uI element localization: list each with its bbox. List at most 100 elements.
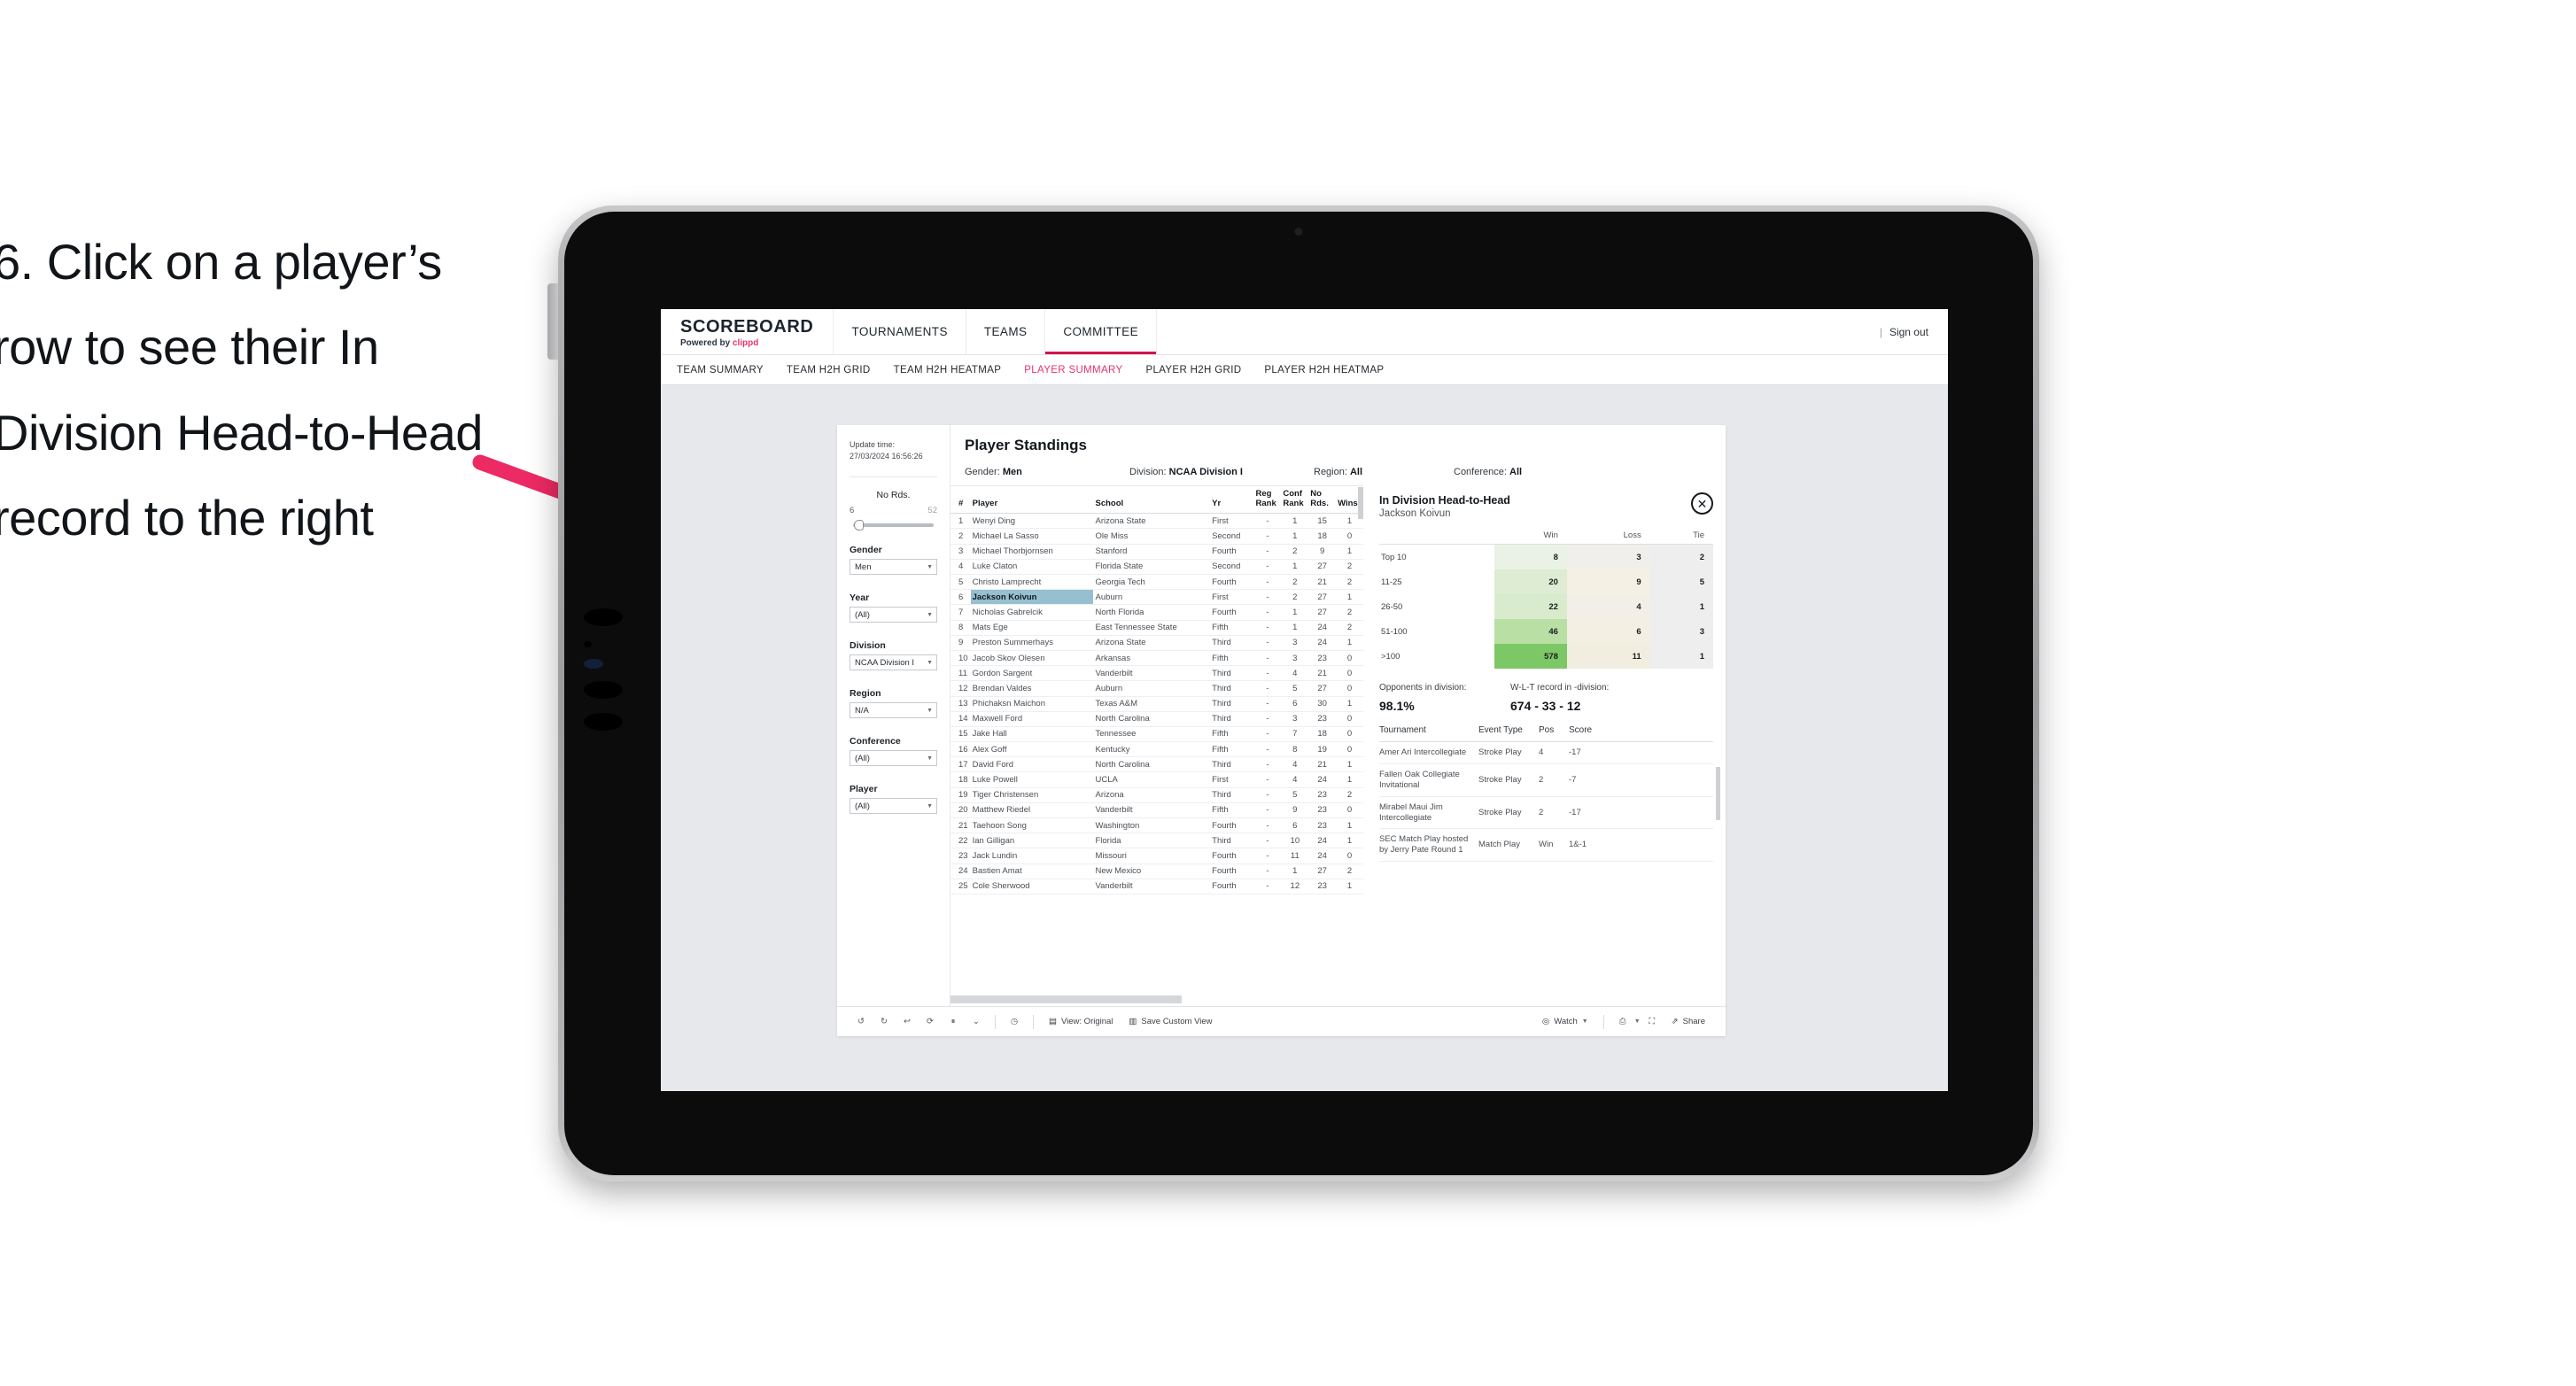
filter-gender-label: Gender — [850, 545, 882, 556]
table-row[interactable]: 7 Nicholas Gabrelcik North Florida Fourth -1… — [950, 604, 1363, 621]
nav-item-tournaments[interactable]: TOURNAMENTS — [834, 309, 966, 354]
filter-gender-select[interactable]: Men ▼ — [850, 559, 937, 576]
tab-team-h2h-heatmap[interactable]: TEAM H2H HEATMAP — [894, 365, 1002, 376]
table-row[interactable]: 2 Michael La Sasso Ole Miss Second -1 18 0 — [950, 528, 1363, 545]
col-rank[interactable]: # — [950, 486, 971, 515]
pause-icon[interactable]: ⏸ — [942, 1012, 965, 1032]
chevron-down-icon: ▼ — [927, 755, 933, 762]
table-row[interactable]: 8 Mats Ege East Tennessee State Fifth -1 24 2 — [950, 620, 1363, 636]
nav-item-teams[interactable]: TEAMS — [966, 309, 1046, 354]
redo-icon[interactable]: ↻ — [873, 1012, 896, 1032]
fullscreen-icon[interactable]: ⛶ — [1641, 1012, 1664, 1032]
filter-division-select[interactable]: NCAA Division I ▼ — [850, 654, 937, 671]
close-icon[interactable]: ✕ — [1691, 492, 1713, 515]
table-row[interactable]: 20 Matthew Riedel Vanderbilt Fifth -9 23 0 — [950, 802, 1363, 819]
player-conf-rank: 4 — [1281, 771, 1309, 788]
power-button[interactable] — [547, 283, 558, 360]
player-wins: 0 — [1336, 741, 1363, 758]
filter-player-value: (All) — [855, 801, 870, 811]
brand-logo[interactable]: SCOREBOARD Powered by clippd — [661, 309, 834, 354]
nav-separator: | — [1879, 325, 1882, 338]
col-school[interactable]: School — [1093, 486, 1211, 515]
clock-icon[interactable]: ◷ — [1003, 1012, 1026, 1032]
table-row[interactable]: 25 Cole Sherwood Vanderbilt Fourth -12 23 1 — [950, 879, 1363, 894]
player-wins: 0 — [1336, 680, 1363, 697]
sign-out-link[interactable]: Sign out — [1889, 326, 1928, 338]
player-year: Second — [1210, 559, 1254, 576]
tournament-row[interactable]: SEC Match Play hosted by Jerry Pate Roun… — [1379, 828, 1713, 863]
table-row[interactable]: 9 Preston Summerhays Arizona State Third -3 2… — [950, 635, 1363, 651]
player-year: Fifth — [1210, 726, 1254, 743]
tab-player-h2h-heatmap[interactable]: PLAYER H2H HEATMAP — [1264, 365, 1384, 376]
download-icon[interactable]: ⎙ — [1611, 1012, 1634, 1032]
table-row[interactable]: 18 Luke Powell UCLA First -4 24 1 — [950, 771, 1363, 788]
table-horizontal-scrollbar[interactable] — [950, 995, 1363, 1003]
tab-player-summary[interactable]: PLAYER SUMMARY — [1024, 365, 1122, 376]
front-camera-icon — [1294, 228, 1303, 236]
table-row[interactable]: 5 Christo Lamprecht Georgia Tech Fourth -2 21… — [950, 574, 1363, 591]
no-rounds-slider[interactable] — [853, 520, 934, 531]
table-row[interactable]: 17 David Ford North Carolina Third -4 21 1 — [950, 756, 1363, 773]
col-pos: Pos — [1539, 725, 1569, 742]
tournament-row[interactable]: Mirabel Maui Jim Intercollegiate Stroke P… — [1379, 796, 1713, 830]
player-no-rds: 23 — [1308, 711, 1337, 727]
filter-region-select[interactable]: N/A ▼ — [850, 702, 937, 719]
player-name: Bastien Amat — [970, 863, 1094, 879]
table-row[interactable]: 19 Tiger Christensen Arizona Third -5 23 2 — [950, 787, 1363, 803]
revert-icon[interactable]: ↩ — [896, 1012, 919, 1032]
mic-hole — [584, 641, 592, 647]
h2h-player-name: Jackson Koivun — [1379, 508, 1451, 519]
table-row[interactable]: 4 Luke Claton Florida State Second -1 27 2 — [950, 559, 1363, 576]
col-player[interactable]: Player — [970, 486, 1094, 515]
player-year: Fourth — [1210, 604, 1254, 621]
topnav-right-group: | Sign out — [1880, 309, 1948, 354]
nav-item-committee[interactable]: COMMITTEE — [1045, 309, 1157, 354]
table-row[interactable]: 3 Michael Thorbjornsen Stanford Fourth -2 9 1 — [950, 544, 1363, 560]
player-wins: 1 — [1336, 832, 1363, 849]
h2h-loss-cell: 4 — [1566, 594, 1650, 619]
col-conf-rank[interactable]: Conf Rank — [1281, 486, 1309, 515]
player-rank: 19 — [950, 787, 971, 803]
table-row[interactable]: 6 Jackson Koivun Auburn First -2 27 1 — [950, 589, 1363, 606]
table-row[interactable]: 15 Jake Hall Tennessee Fifth -7 18 0 — [950, 726, 1363, 743]
player-no-rds: 24 — [1308, 620, 1337, 636]
filter-conference-select[interactable]: (All) ▼ — [850, 750, 937, 767]
watch-button[interactable]: ◎ Watch ▼ — [1534, 1017, 1596, 1026]
filter-year-select[interactable]: (All) ▼ — [850, 607, 937, 623]
table-row[interactable]: 14 Maxwell Ford North Carolina Third -3 23 0 — [950, 711, 1363, 727]
table-row[interactable]: 12 Brendan Valdes Auburn Third -5 27 0 — [950, 680, 1363, 697]
tournament-row[interactable]: Amer Ari Intercollegiate Stroke Play 4 -17 — [1379, 741, 1713, 764]
table-row[interactable]: 13 Phichaksn Maichon Texas A&M Third -6 30 1 — [950, 696, 1363, 712]
player-year: Third — [1210, 756, 1254, 773]
slider-handle[interactable] — [854, 520, 864, 531]
table-row[interactable]: 23 Jack Lundin Missouri Fourth -11 24 0 — [950, 848, 1363, 864]
undo-icon[interactable]: ↺ — [850, 1012, 873, 1032]
tournament-row[interactable]: Fallen Oak Collegiate Invitational Stroke… — [1379, 763, 1713, 797]
table-row[interactable]: 24 Bastien Amat New Mexico Fourth -1 27 2 — [950, 863, 1363, 879]
table-row[interactable]: 11 Gordon Sargent Vanderbilt Third -4 21 0 — [950, 665, 1363, 682]
refresh-icon[interactable]: ⟳ — [919, 1012, 942, 1032]
table-row[interactable]: 21 Taehoon Song Washington Fourth -6 23 1 — [950, 817, 1363, 834]
chevron-down-icon[interactable]: ▼ — [1634, 1018, 1641, 1025]
save-custom-view-button[interactable]: ▥ Save Custom View — [1121, 1017, 1220, 1026]
view-original-button[interactable]: ▤ View: Original — [1041, 1017, 1121, 1026]
player-no-rds: 24 — [1308, 771, 1337, 788]
table-row[interactable]: 1 Wenyi Ding Arizona State First -1 15 1 — [950, 513, 1363, 530]
tab-team-h2h-grid[interactable]: TEAM H2H GRID — [787, 365, 871, 376]
tournament-scrollbar[interactable] — [1716, 767, 1720, 820]
table-row[interactable]: 22 Ian Gilligan Florida Third -10 24 1 — [950, 832, 1363, 849]
filter-player-select[interactable]: (All) ▼ — [850, 798, 937, 815]
player-wins: 2 — [1336, 574, 1363, 591]
player-wins: 0 — [1336, 802, 1363, 819]
share-button[interactable]: ⇗ Share — [1664, 1017, 1713, 1026]
tab-player-h2h-grid[interactable]: PLAYER H2H GRID — [1145, 365, 1241, 376]
chevron-down-icon[interactable]: ⌄ — [965, 1012, 988, 1032]
tab-team-summary[interactable]: TEAM SUMMARY — [677, 365, 764, 376]
col-yr[interactable]: Yr — [1210, 486, 1254, 515]
col-no-rds[interactable]: No Rds. — [1308, 486, 1337, 515]
player-reg-rank: - — [1253, 863, 1282, 879]
col-reg-rank[interactable]: Reg Rank — [1253, 486, 1282, 515]
table-row[interactable]: 10 Jacob Skov Olesen Arkansas Fifth -3 23 0 — [950, 650, 1363, 667]
table-row[interactable]: 16 Alex Goff Kentucky Fifth -8 19 0 — [950, 741, 1363, 758]
player-wins: 0 — [1336, 848, 1363, 864]
